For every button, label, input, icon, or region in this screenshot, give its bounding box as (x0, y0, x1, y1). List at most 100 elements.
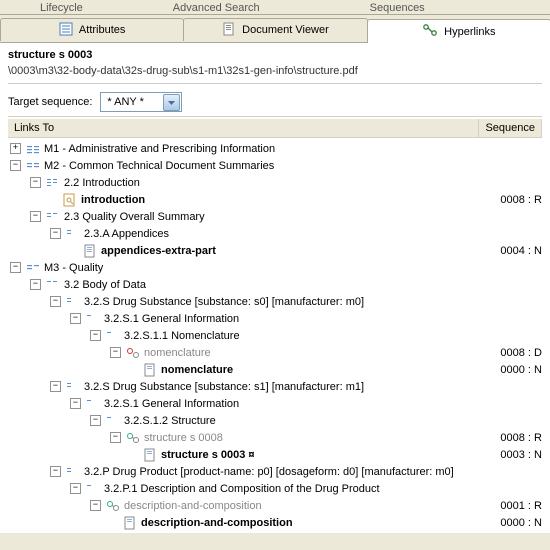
section-icon (65, 295, 81, 309)
tree-node-22[interactable]: − 2.2 Introduction (8, 174, 542, 191)
upper-tab-strip: Lifecycle Advanced Search Sequences (0, 0, 550, 15)
tree-node-32p1[interactable]: − 3.2.P.1 Description and Composition of… (8, 480, 542, 497)
tree-leaf-structure-0008[interactable]: − structure s 0008 0008 : R (8, 429, 542, 446)
document-title: structure s 0003 (8, 49, 542, 61)
chevron-down-icon (163, 94, 180, 111)
tree-node-32p[interactable]: − 3.2.P Drug Product [product-name: p0] … (8, 463, 542, 480)
tree-node-32s1-gi-1[interactable]: − 3.2.S.1 General Information (8, 395, 542, 412)
target-sequence-combo[interactable]: * ANY * (100, 92, 182, 112)
tree-label: 2.2 Introduction (61, 177, 140, 189)
tree-label: structure s 0008 (141, 432, 223, 444)
sequence-value: 0000 : N (490, 517, 542, 529)
tree-node-32s1-gi-0[interactable]: − 3.2.S.1 General Information (8, 310, 542, 327)
tree-leaf-desc-comp[interactable]: description-and-composition 0000 : N (8, 514, 542, 531)
section-icon (105, 329, 121, 343)
tab-attributes-label: Attributes (79, 24, 125, 36)
tree-leaf-introduction[interactable]: introduction 0008 : R (8, 191, 542, 208)
section-icon (85, 482, 101, 496)
tree-leaf-structure-0003[interactable]: structure s 0003 ¤ 0003 : N (8, 446, 542, 463)
module-icon (25, 142, 41, 156)
section-icon (65, 227, 81, 241)
collapse-icon[interactable]: − (30, 211, 41, 222)
module-icon (25, 261, 41, 275)
tree-label: appendices-extra-part (98, 245, 216, 257)
collapse-icon[interactable]: − (50, 228, 61, 239)
tree-label: M2 - Common Technical Document Summaries (41, 160, 274, 172)
collapse-icon[interactable]: − (110, 432, 121, 443)
tree-label: 3.2 Body of Data (61, 279, 146, 291)
sequence-value: 0001 : R (490, 500, 542, 512)
collapse-icon[interactable]: − (70, 313, 81, 324)
section-icon (105, 414, 121, 428)
tree-leaf-nomenclature-deleted[interactable]: − nomenclature 0008 : D (8, 344, 542, 361)
page-icon (82, 243, 98, 259)
collapse-icon[interactable]: − (90, 330, 101, 341)
page-icon (142, 447, 158, 463)
tab-hyperlinks-label: Hyperlinks (444, 26, 495, 38)
sequence-value: 0008 : R (490, 432, 542, 444)
tab-advsearch-label: Advanced Search (173, 2, 260, 14)
tree-label: structure s 0003 ¤ (158, 449, 255, 461)
tree-label: nomenclature (158, 364, 233, 376)
tree-label: 3.2.S.1 General Information (101, 313, 239, 325)
document-path: \0003\m3\32-body-data\32s-drug-sub\s1-m1… (8, 65, 542, 84)
collapse-icon[interactable]: − (110, 347, 121, 358)
collapse-icon[interactable]: − (50, 466, 61, 477)
tab-viewer-label: Document Viewer (242, 24, 329, 36)
link-ok-icon (125, 430, 141, 446)
tree-node-m2[interactable]: − M2 - Common Technical Document Summari… (8, 157, 542, 174)
tree-node-32s-s0[interactable]: − 3.2.S Drug Substance [substance: s0] [… (8, 293, 542, 310)
target-sequence-label: Target sequence: (8, 96, 92, 108)
collapse-icon[interactable]: − (30, 177, 41, 188)
tree-node-32s11[interactable]: − 3.2.S.1.1 Nomenclature (8, 327, 542, 344)
tree-leaf-desc-comp-dim[interactable]: − description-and-composition 0001 : R (8, 497, 542, 514)
col-sequence[interactable]: Sequence (479, 119, 542, 137)
tree-node-23a[interactable]: − 2.3.A Appendices (8, 225, 542, 242)
tab-document-viewer[interactable]: Document Viewer (183, 18, 367, 41)
hyperlinks-panel: structure s 0003 \0003\m3\32-body-data\3… (0, 43, 550, 533)
tree-label: description-and-composition (138, 517, 293, 529)
tab-bar: Attributes Document Viewer Hyperlinks (0, 15, 550, 43)
section-icon (45, 210, 61, 224)
document-icon (222, 22, 236, 39)
col-links-to[interactable]: Links To (8, 119, 479, 137)
attributes-icon (59, 22, 73, 39)
expand-icon[interactable]: + (10, 143, 21, 154)
section-icon (65, 465, 81, 479)
tree-node-32s-s1[interactable]: − 3.2.S Drug Substance [substance: s1] [… (8, 378, 542, 395)
tree-leaf-appendices[interactable]: appendices-extra-part 0004 : N (8, 242, 542, 259)
tree-label: 3.2.S.1.1 Nomenclature (121, 330, 240, 342)
collapse-icon[interactable]: − (10, 160, 21, 171)
tree-leaf-nomenclature[interactable]: nomenclature 0000 : N (8, 361, 542, 378)
target-sequence-value: * ANY * (107, 96, 144, 108)
collapse-icon[interactable]: − (90, 500, 101, 511)
tree-node-32s12[interactable]: − 3.2.S.1.2 Structure (8, 412, 542, 429)
collapse-icon[interactable]: − (90, 415, 101, 426)
tree-label: 3.2.P.1 Description and Composition of t… (101, 483, 380, 495)
collapse-icon[interactable]: − (70, 483, 81, 494)
collapse-icon[interactable]: − (70, 398, 81, 409)
section-icon (45, 176, 61, 190)
collapse-icon[interactable]: − (50, 296, 61, 307)
tree-node-m3[interactable]: − M3 - Quality (8, 259, 542, 276)
tree-node-23[interactable]: − 2.3 Quality Overall Summary (8, 208, 542, 225)
sequence-value: 0008 : R (490, 194, 542, 206)
tree-label: nomenclature (141, 347, 211, 359)
column-headers: Links To Sequence (8, 119, 542, 138)
target-sequence-row: Target sequence: * ANY * (8, 92, 542, 117)
tree-label: introduction (78, 194, 145, 206)
tree-node-m1[interactable]: + M1 - Administrative and Prescribing In… (8, 140, 542, 157)
tree-label: M1 - Administrative and Prescribing Info… (41, 143, 275, 155)
collapse-icon[interactable]: − (10, 262, 21, 273)
hyperlinks-icon (422, 23, 438, 40)
tree-label: 2.3.A Appendices (81, 228, 169, 240)
collapse-icon[interactable]: − (50, 381, 61, 392)
page-icon (142, 362, 158, 378)
tree-node-32[interactable]: − 3.2 Body of Data (8, 276, 542, 293)
link-ok-icon (105, 498, 121, 514)
tab-hyperlinks[interactable]: Hyperlinks (367, 19, 550, 43)
collapse-icon[interactable]: − (30, 279, 41, 290)
sequence-value: 0008 : D (490, 347, 542, 359)
section-icon (45, 278, 61, 292)
tab-attributes[interactable]: Attributes (0, 18, 184, 41)
